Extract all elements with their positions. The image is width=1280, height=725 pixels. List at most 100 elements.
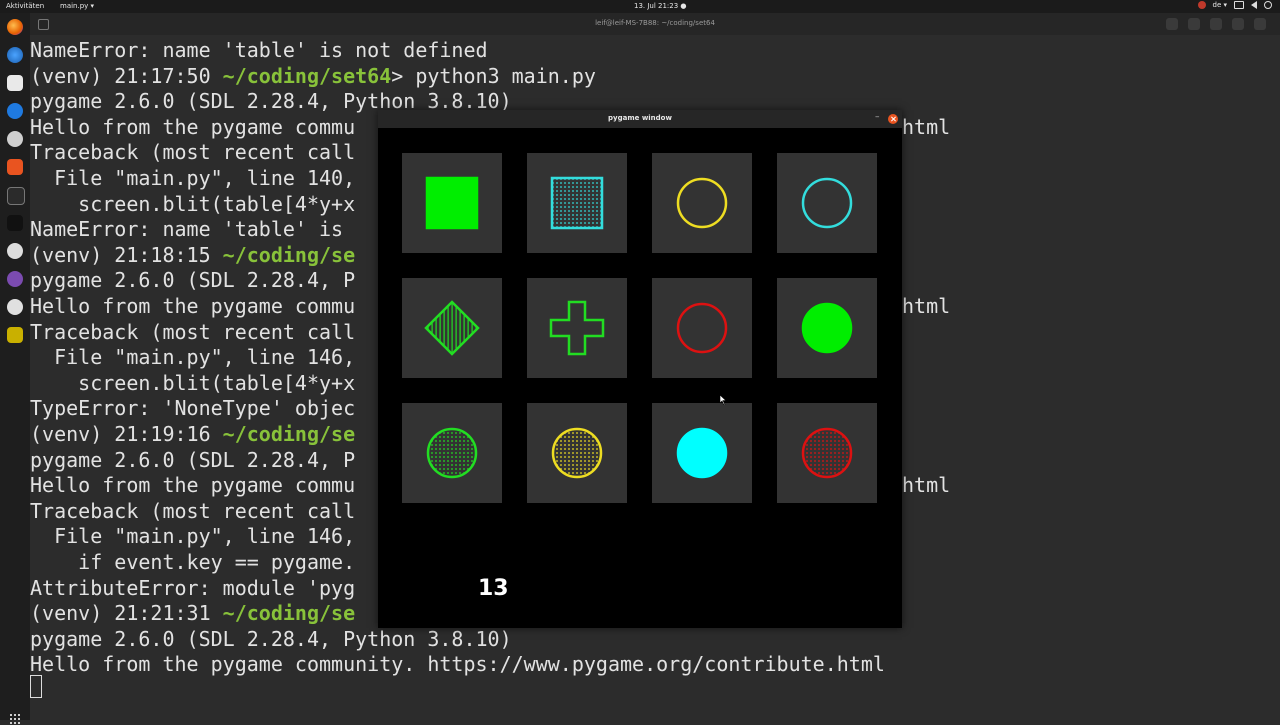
menu-icon[interactable] bbox=[1188, 18, 1200, 30]
terminal-line: NameError: name 'table' is not defined bbox=[30, 38, 488, 63]
search-icon[interactable] bbox=[1166, 18, 1178, 30]
network-icon[interactable] bbox=[1234, 1, 1244, 9]
terminal-line: if event.key == pygame. bbox=[30, 550, 355, 575]
terminal-line: screen.blit(table[4*y+x bbox=[30, 371, 355, 396]
terminal-line-fragment: html bbox=[902, 473, 951, 498]
line-text: Hello from the pygame community. https:/… bbox=[30, 652, 885, 677]
line-text: (venv) 21:21:31 bbox=[30, 601, 223, 626]
set-card[interactable] bbox=[527, 403, 627, 503]
mouse-cursor-icon bbox=[720, 395, 727, 405]
line-text: (venv) 21:19:16 bbox=[30, 422, 223, 446]
pygame-window[interactable]: pygame window – 13 bbox=[378, 110, 902, 628]
circle-shape-icon bbox=[676, 427, 728, 479]
terminal-title: leif@leif-MS-7B88: ~/coding/set64 bbox=[595, 19, 715, 27]
line-text: File "main.py", line 146, bbox=[30, 345, 356, 370]
terminal-line: Hello from the pygame commu bbox=[30, 473, 355, 498]
line-text: if event.key == pygame. bbox=[30, 550, 356, 574]
command-text: > python3 main.py bbox=[391, 63, 596, 88]
prompt-path: ~/coding/se bbox=[222, 422, 356, 446]
show-apps-icon[interactable] bbox=[9, 713, 21, 725]
circle-shape-icon bbox=[801, 427, 853, 479]
top-bar: Aktivitäten main.py ▾ 13. Jul 21:23 ● de… bbox=[0, 0, 1280, 13]
set-card[interactable] bbox=[402, 278, 502, 378]
set-card[interactable] bbox=[652, 278, 752, 378]
line-text: (venv) 21:17:50 bbox=[30, 63, 223, 88]
app-menu[interactable]: main.py ▾ bbox=[60, 2, 94, 10]
minimize-icon[interactable]: – bbox=[875, 112, 880, 122]
set-card[interactable] bbox=[777, 278, 877, 378]
set-card[interactable] bbox=[527, 153, 627, 253]
line-text: screen.blit(table[4*y+x bbox=[30, 191, 356, 216]
circle-shape-icon bbox=[426, 427, 478, 479]
terminal-line-fragment: html bbox=[902, 294, 951, 318]
clock[interactable]: 13. Jul 21:23 ● bbox=[634, 2, 687, 10]
line-text: Traceback (most recent call bbox=[30, 498, 356, 523]
terminal-line: pygame 2.6.0 (SDL 2.28.4, P bbox=[30, 448, 355, 473]
close-icon[interactable] bbox=[888, 114, 898, 124]
terminal-line: (venv) 21:21:31 ~/coding/se bbox=[30, 601, 355, 626]
set-card[interactable] bbox=[777, 403, 877, 503]
line-text: pygame 2.6.0 (SDL 2.28.4, P bbox=[30, 268, 356, 293]
maximize-icon[interactable] bbox=[1232, 18, 1244, 30]
terminal-line: pygame 2.6.0 (SDL 2.28.4, P bbox=[30, 268, 355, 293]
help-icon[interactable] bbox=[7, 103, 23, 119]
set-card[interactable] bbox=[652, 403, 752, 503]
line-text: Traceback (most recent call bbox=[30, 319, 356, 344]
prompt-path: ~/coding/se bbox=[222, 601, 356, 626]
dock bbox=[0, 13, 30, 725]
terminal-line: Hello from the pygame commu bbox=[30, 294, 355, 319]
line-text: screen.blit(table[4*y+x bbox=[30, 370, 356, 395]
line-text: NameError: name 'table' is not defined bbox=[30, 38, 488, 62]
power-icon[interactable] bbox=[1264, 1, 1272, 9]
obs-icon[interactable] bbox=[7, 243, 23, 259]
set-card[interactable] bbox=[777, 153, 877, 253]
minimize-icon[interactable] bbox=[1210, 18, 1222, 30]
terminal-line: File "main.py", line 146, bbox=[30, 345, 355, 370]
language-indicator[interactable]: de ▾ bbox=[1213, 1, 1228, 9]
pygame-icon[interactable] bbox=[7, 327, 23, 343]
circle-shape-icon bbox=[676, 302, 728, 354]
set-card[interactable] bbox=[402, 403, 502, 503]
line-text: (venv) 21:18:15 bbox=[30, 242, 223, 267]
set-card[interactable] bbox=[402, 153, 502, 253]
firefox-icon[interactable] bbox=[7, 19, 23, 35]
thunderbird-icon[interactable] bbox=[7, 47, 23, 63]
diamond-shape-icon bbox=[424, 300, 480, 356]
line-text: Traceback (most recent call bbox=[30, 140, 356, 165]
circle-shape-icon bbox=[801, 177, 853, 229]
terminal-line: Hello from the pygame community. https:/… bbox=[30, 652, 885, 677]
tray-app-icon[interactable] bbox=[1197, 1, 1206, 9]
terminal-line: Traceback (most recent call bbox=[30, 140, 355, 165]
line-text: File "main.py", line 140, bbox=[30, 166, 356, 190]
cross-shape-icon bbox=[549, 300, 605, 356]
terminal-icon[interactable] bbox=[7, 187, 25, 205]
prompt-path: ~/coding/se bbox=[222, 242, 356, 267]
line-text: NameError: name 'table' is bbox=[30, 217, 344, 242]
volume-icon[interactable] bbox=[1251, 1, 1257, 9]
set-card[interactable] bbox=[652, 153, 752, 253]
inkscape-icon[interactable] bbox=[7, 215, 23, 231]
terminal-line: File "main.py", line 140, bbox=[30, 166, 355, 191]
appimage-icon[interactable] bbox=[7, 299, 23, 315]
line-text: TypeError: 'NoneType' objec bbox=[30, 396, 356, 421]
line-text: pygame 2.6.0 (SDL 2.28.4, P bbox=[30, 447, 356, 472]
card-count: 13 bbox=[478, 576, 509, 601]
system-tray[interactable]: de ▾ bbox=[1197, 1, 1272, 9]
circle-shape-icon bbox=[676, 177, 728, 229]
terminal-line: screen.blit(table[4*y+x bbox=[30, 192, 355, 217]
terminal-cursor bbox=[30, 675, 42, 698]
terminal-titlebar: leif@leif-MS-7B88: ~/coding/set64 bbox=[30, 13, 1280, 35]
terminal-line: Traceback (most recent call bbox=[30, 320, 355, 345]
terminal-line: AttributeError: module 'pyg bbox=[30, 576, 355, 601]
terminal-line: NameError: name 'table' is bbox=[30, 217, 343, 242]
set-card[interactable] bbox=[527, 278, 627, 378]
settings-icon[interactable] bbox=[7, 131, 23, 147]
pygame-title: pygame window bbox=[608, 114, 672, 122]
software-icon[interactable] bbox=[7, 159, 23, 175]
files-icon[interactable] bbox=[7, 75, 23, 91]
activities-button[interactable]: Aktivitäten bbox=[6, 2, 44, 10]
line-text: pygame 2.6.0 (SDL 2.28.4, Python 3.8.10) bbox=[30, 626, 512, 651]
terminal-line: (venv) 21:18:15 ~/coding/se bbox=[30, 243, 355, 268]
emacs-icon[interactable] bbox=[7, 271, 23, 287]
close-icon[interactable] bbox=[1254, 18, 1266, 30]
